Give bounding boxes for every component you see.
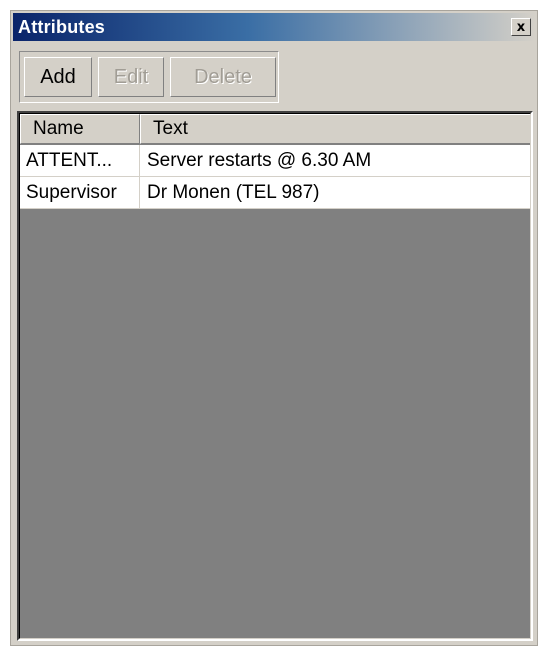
table-row[interactable]: Supervisor Dr Monen (TEL 987) <box>20 177 530 209</box>
list-viewport: Name Text ATTENT... Server restarts @ 6.… <box>19 113 531 639</box>
table-row[interactable]: ATTENT... Server restarts @ 6.30 AM <box>20 145 530 177</box>
delete-button[interactable]: Delete <box>170 57 276 97</box>
edit-button[interactable]: Edit <box>98 57 164 97</box>
close-button[interactable]: x <box>511 18 531 36</box>
add-button[interactable]: Add <box>24 57 92 97</box>
button-group: Add Edit Delete <box>19 51 279 103</box>
row-text-cell: Server restarts @ 6.30 AM <box>147 150 372 171</box>
row-text-cell: Dr Monen (TEL 987) <box>147 182 320 203</box>
list-header: Name Text <box>20 114 530 144</box>
window-title: Attributes <box>18 17 105 37</box>
column-header-text[interactable]: Text <box>140 114 530 144</box>
toolbar: Add Edit Delete <box>13 47 535 109</box>
attributes-list[interactable]: Name Text ATTENT... Server restarts @ 6.… <box>17 111 533 641</box>
row-name-cell: Supervisor <box>20 177 140 208</box>
title-bar[interactable]: Attributes x <box>13 13 535 41</box>
close-icon: x <box>516 19 526 35</box>
column-header-name[interactable]: Name <box>20 114 140 144</box>
row-name-cell: ATTENT... <box>20 145 140 176</box>
attributes-window: Attributes x Add Edit Delete Name Text A… <box>10 10 538 646</box>
